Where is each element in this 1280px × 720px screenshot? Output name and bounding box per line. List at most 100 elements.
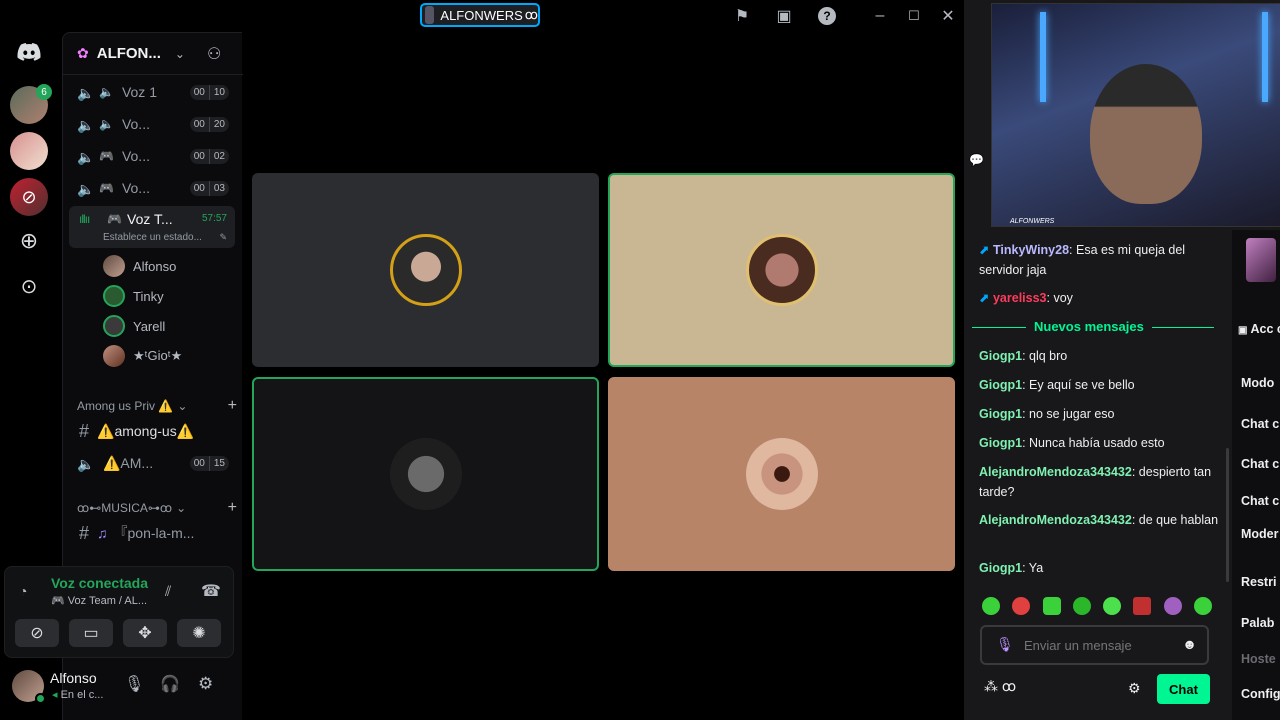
screen-share-button[interactable]: ▭ <box>69 619 113 647</box>
voice-member[interactable]: ★ᵗGioᵗ★ <box>103 343 182 369</box>
activities-icon: ✥ <box>138 625 152 642</box>
explore-servers-button[interactable]: ⊙ <box>10 267 48 305</box>
server-icon-3[interactable]: ⊘ <box>10 178 48 216</box>
emote-icon[interactable] <box>982 597 1000 615</box>
disconnect-icon[interactable]: ☎ <box>201 581 221 601</box>
help-icon[interactable]: ? <box>817 6 837 26</box>
discord-home-button[interactable] <box>10 33 48 71</box>
side-menu-item[interactable]: Chat c <box>1241 417 1280 431</box>
headphones-icon[interactable]: 🎧 <box>160 674 180 694</box>
channel-category[interactable]: ꝏ⊷MUSICA⊶ꝏ ⌄ + <box>77 499 237 517</box>
chat-message: AlejandroMendoza343432: de que hablan <box>979 513 1219 527</box>
text-channel[interactable]: # ♫ 『pon-la-m... <box>69 519 235 547</box>
user-limit-pill: 00 03 <box>189 180 229 196</box>
notification-badge: 6 <box>36 84 52 100</box>
side-menu-item[interactable]: Restri <box>1241 575 1280 589</box>
video-tile-tinky[interactable] <box>608 173 955 367</box>
video-tile-yarell[interactable] <box>252 377 599 571</box>
username: Alfonso <box>50 670 97 686</box>
send-chat-button[interactable]: Chat <box>1157 674 1210 704</box>
server-icon-1[interactable]: 6 <box>10 84 52 124</box>
chat-message: Giogp1: no se jugar eso <box>979 407 1115 421</box>
chat-input-box[interactable]: 🎙 ☻ <box>980 625 1209 665</box>
channel-category[interactable]: Among us Priv ⚠️ ⌄ + <box>77 397 237 415</box>
voice-member[interactable]: Alfonso <box>103 253 176 279</box>
voice-channel-2[interactable]: 🔈 🔈 Vo... 00 20 <box>69 110 235 138</box>
avatar <box>103 345 125 367</box>
points-icon[interactable]: ⁂ ꝏ <box>984 678 1016 695</box>
chat-message: ⬈ TinkyWiny28: Esa es mi queja del servi… <box>979 243 1186 277</box>
chat-input[interactable] <box>1022 635 1172 655</box>
emote-icon[interactable] <box>1012 597 1031 615</box>
side-menu-item[interactable]: Modo <box>1241 376 1280 390</box>
speaker-icon: ◂ <box>52 689 58 701</box>
soundboard-button[interactable]: ✺ <box>177 619 221 647</box>
chat-scrollbar[interactable] <box>1226 448 1229 582</box>
new-messages-divider: Nuevos mensajes <box>1026 319 1152 334</box>
flag-icon[interactable]: ⚑ <box>732 6 752 26</box>
close-button[interactable]: ✕ <box>938 6 958 26</box>
voice-channel-5[interactable]: 🔈 ⚠️AM... 00 15 <box>69 449 235 477</box>
chat-settings-icon[interactable]: ⚙ <box>1128 680 1141 697</box>
speaker-icon: 🔈 <box>99 85 114 99</box>
side-menu-item[interactable]: Palab <box>1241 616 1280 630</box>
server-icon-2[interactable] <box>10 132 48 170</box>
emote-icon[interactable] <box>1163 597 1182 615</box>
noise-suppression-icon[interactable]: ⫽ <box>165 583 171 600</box>
side-menu-item[interactable]: Config <box>1241 687 1280 701</box>
side-menu-item[interactable]: Moder con IA <box>1241 527 1280 541</box>
activities-button[interactable]: ✥ <box>123 619 167 647</box>
microphone-icon[interactable]: 🎙 <box>124 674 144 694</box>
minimize-button[interactable]: – <box>870 6 890 26</box>
chat-message: Giogp1: Nunca había usado esto <box>979 436 1165 450</box>
side-menu-item[interactable]: Chat c <box>1241 457 1280 471</box>
emote-icon[interactable] <box>1133 597 1152 615</box>
avatar <box>745 234 818 306</box>
prime-badge-icon: ⬈ <box>979 291 990 305</box>
voice-channel-1[interactable]: 🔈 🔈 Voz 1 00 10 <box>69 78 235 106</box>
chevron-down-icon: ⌄ <box>176 501 187 515</box>
side-menu-item[interactable]: Chat c <box>1241 494 1280 508</box>
guild-header[interactable]: ✿ ALFON... ⌄ ⚇ <box>63 33 243 75</box>
settings-gear-icon[interactable]: ⚙ <box>198 674 213 694</box>
avatar <box>389 438 462 510</box>
voice-member[interactable]: Tinky <box>103 283 164 309</box>
voice-member[interactable]: Yarell <box>103 313 165 339</box>
pencil-icon[interactable]: ✎ <box>219 232 227 243</box>
hash-icon: # <box>79 522 90 543</box>
video-tile-gio[interactable] <box>608 377 955 571</box>
maximize-button[interactable]: ☐ <box>904 6 924 26</box>
avatar[interactable] <box>12 670 46 704</box>
chat-bubble-icon: ▣ <box>1238 325 1248 336</box>
server-avatar-icon <box>425 6 435 24</box>
emote-icon[interactable] <box>1103 597 1122 615</box>
emoji-icon[interactable]: ☻ <box>1182 636 1197 652</box>
emote-icon[interactable] <box>1042 597 1061 615</box>
voice-channel-4[interactable]: 🔈 🎮 Vo... 00 03 <box>69 174 235 202</box>
flower-icon: ✿ <box>77 45 89 61</box>
no-entry-icon: ⊘ <box>21 186 37 207</box>
camera-off-button[interactable]: ⊘ <box>15 619 59 647</box>
add-member-icon[interactable]: ⚇ <box>207 44 221 64</box>
emote-icon[interactable] <box>1193 597 1212 615</box>
add-server-button[interactable]: ⊕ <box>10 222 48 260</box>
set-status-link[interactable]: Establece un estado... <box>103 232 202 243</box>
channel-thumbnail[interactable] <box>1246 238 1276 282</box>
microphone-icon[interactable]: 🎙 <box>996 636 1014 653</box>
side-menu-item[interactable]: Hoste <box>1241 652 1280 666</box>
voice-channel-3[interactable]: 🔈 🎮 Vo... 00 02 <box>69 142 235 170</box>
chat-message: Giogp1: Ey aquí se ve bello <box>979 378 1135 392</box>
video-tile-alfonso[interactable] <box>252 173 599 367</box>
plus-icon: + <box>227 397 237 414</box>
signal-icon[interactable]: ◔ <box>19 583 27 599</box>
user-limit-pill: 00 10 <box>189 84 229 100</box>
chevron-down-icon: ⌄ <box>177 399 188 413</box>
side-menu-item[interactable]: ▣ Acc can <box>1232 322 1280 336</box>
text-channel[interactable]: # ⚠️among-us⚠️ <box>69 417 235 445</box>
speaker-icon: 🔈 <box>99 117 114 131</box>
chat-bubble-icon: 💬 <box>969 153 984 167</box>
voice-status-subtitle[interactable]: 🎮 Voz Team / AL... <box>51 594 147 607</box>
emote-icon[interactable] <box>1072 597 1091 615</box>
active-voice-channel[interactable]: ıllıı 🎮 Voz T... 57:57 Establece un esta… <box>69 206 235 248</box>
inbox-icon[interactable]: ▣ <box>774 6 794 26</box>
